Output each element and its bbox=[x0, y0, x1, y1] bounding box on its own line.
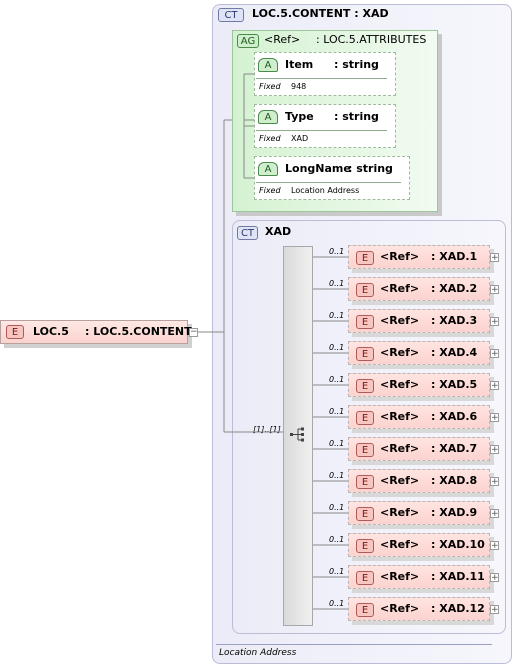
annotation-text: Location Address bbox=[219, 648, 297, 658]
expand-toggle[interactable]: + bbox=[490, 413, 499, 423]
expand-toggle[interactable]: + bbox=[490, 477, 499, 487]
element-badge: E bbox=[356, 347, 374, 361]
occurrence-label: 0..1 bbox=[329, 247, 345, 256]
occurrence-label: 0..1 bbox=[329, 343, 345, 352]
element-badge: E bbox=[356, 507, 374, 521]
root-element-badge: E bbox=[6, 325, 24, 339]
expand-toggle[interactable]: + bbox=[490, 445, 499, 455]
occurrence-label: 0..1 bbox=[329, 599, 345, 608]
expand-toggle[interactable]: + bbox=[490, 509, 499, 519]
element-type: : XAD.11 bbox=[431, 570, 485, 583]
element-type: : XAD.3 bbox=[431, 314, 478, 327]
occurrence-label: 0..1 bbox=[329, 407, 345, 416]
element-ref: <Ref> bbox=[380, 538, 420, 551]
element-type: : XAD.5 bbox=[431, 378, 478, 391]
occurrence-label: 0..1 bbox=[329, 279, 345, 288]
element-ref: <Ref> bbox=[380, 282, 420, 295]
element-ref: <Ref> bbox=[380, 410, 420, 423]
root-element-type: : LOC.5.CONTENT bbox=[85, 325, 192, 338]
element-ref: <Ref> bbox=[380, 442, 420, 455]
element-ref: <Ref> bbox=[380, 602, 420, 615]
annotation-divider bbox=[216, 644, 492, 645]
element-type: : XAD.1 bbox=[431, 250, 478, 263]
expand-toggle[interactable]: + bbox=[490, 253, 499, 263]
element-type: : XAD.2 bbox=[431, 282, 478, 295]
element-badge: E bbox=[356, 539, 374, 553]
element-ref: <Ref> bbox=[380, 314, 420, 327]
element-badge: E bbox=[356, 251, 374, 265]
element-badge: E bbox=[356, 443, 374, 457]
expand-toggle[interactable]: + bbox=[490, 317, 499, 327]
element-badge: E bbox=[356, 283, 374, 297]
element-ref: <Ref> bbox=[380, 346, 420, 359]
element-badge: E bbox=[356, 411, 374, 425]
element-ref: <Ref> bbox=[380, 250, 420, 263]
element-ref: <Ref> bbox=[380, 474, 420, 487]
element-type: : XAD.8 bbox=[431, 474, 478, 487]
element-type: : XAD.9 bbox=[431, 506, 478, 519]
element-ref: <Ref> bbox=[380, 506, 420, 519]
expand-toggle[interactable]: + bbox=[490, 285, 499, 295]
element-type: : XAD.7 bbox=[431, 442, 478, 455]
element-type: : XAD.10 bbox=[431, 538, 485, 551]
occurrence-label: 0..1 bbox=[329, 375, 345, 384]
expand-toggle[interactable]: + bbox=[490, 349, 499, 359]
occurrence-label: 0..1 bbox=[329, 439, 345, 448]
occurrence-label: 0..1 bbox=[329, 311, 345, 320]
collapse-toggle[interactable]: − bbox=[189, 328, 198, 337]
expand-toggle[interactable]: + bbox=[490, 381, 499, 391]
element-badge: E bbox=[356, 315, 374, 329]
occurrence-label: 0..1 bbox=[329, 471, 345, 480]
element-type: : XAD.4 bbox=[431, 346, 478, 359]
element-type: : XAD.6 bbox=[431, 410, 478, 423]
element-ref: <Ref> bbox=[380, 570, 420, 583]
occurrence-label: 0..1 bbox=[329, 535, 345, 544]
element-badge: E bbox=[356, 571, 374, 585]
element-badge: E bbox=[356, 379, 374, 393]
occurrence-label: 0..1 bbox=[329, 503, 345, 512]
element-badge: E bbox=[356, 475, 374, 489]
element-type: : XAD.12 bbox=[431, 602, 485, 615]
expand-toggle[interactable]: + bbox=[490, 605, 499, 615]
occurrence-label: 0..1 bbox=[329, 567, 345, 576]
expand-toggle[interactable]: + bbox=[490, 541, 499, 551]
expand-toggle[interactable]: + bbox=[490, 573, 499, 583]
element-badge: E bbox=[356, 603, 374, 617]
element-ref: <Ref> bbox=[380, 378, 420, 391]
root-element-name: LOC.5 bbox=[33, 325, 69, 338]
